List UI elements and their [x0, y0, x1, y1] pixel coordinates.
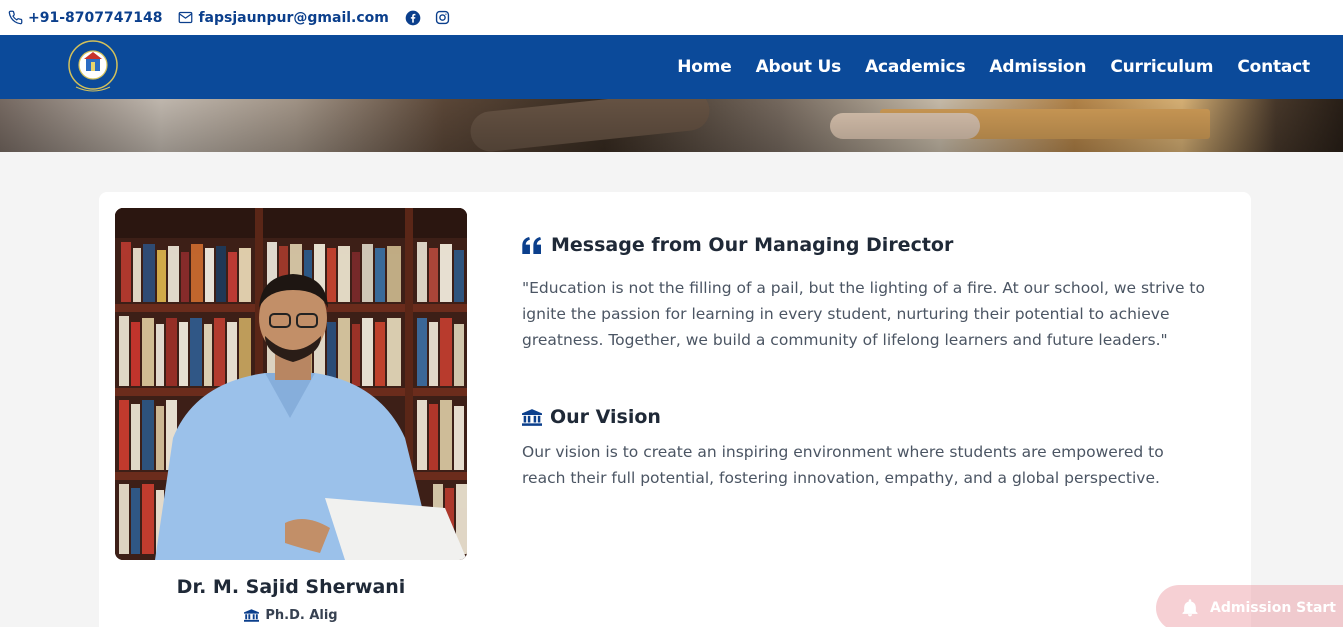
hero-banner-image [0, 99, 1343, 152]
degree-text: Ph.D. Alig [265, 608, 338, 623]
phone-link[interactable]: +91-8707747148 [8, 10, 162, 26]
nav-home[interactable]: Home [677, 57, 732, 77]
vision-title: Our Vision [550, 406, 661, 428]
top-contact-bar: +91-8707747148 fapsjaunpur@gmail.com [0, 0, 1343, 35]
message-title: Message from Our Managing Director [551, 234, 954, 256]
facebook-link[interactable] [405, 10, 421, 26]
vision-heading: Our Vision [522, 406, 661, 428]
facebook-icon [405, 10, 421, 25]
nav-academics[interactable]: Academics [865, 57, 966, 77]
mail-icon [179, 11, 193, 24]
director-name: Dr. M. Sajid Sherwani [176, 576, 406, 598]
phone-icon [8, 10, 23, 25]
bell-icon [1182, 599, 1198, 617]
admission-start-label: Admission Start [1210, 600, 1336, 616]
message-text: "Education is not the filling of a pail,… [522, 279, 1205, 349]
quote-icon [522, 236, 541, 254]
nav-curriculum[interactable]: Curriculum [1110, 57, 1213, 77]
nav-menu: Home About Us Academics Admission Curric… [653, 35, 1310, 99]
email-address: fapsjaunpur@gmail.com [198, 9, 389, 26]
email-link[interactable]: fapsjaunpur@gmail.com [178, 9, 389, 26]
university-icon [522, 408, 542, 426]
nav-contact[interactable]: Contact [1237, 57, 1310, 77]
director-photo [115, 208, 467, 560]
director-degree: Ph.D. Alig [115, 608, 467, 623]
admission-start-button[interactable]: Admission Start [1156, 585, 1343, 627]
message-heading: Message from Our Managing Director [522, 234, 953, 256]
school-logo[interactable] [66, 37, 120, 95]
instagram-icon [435, 10, 450, 25]
nav-admission[interactable]: Admission [989, 57, 1086, 77]
main-navbar: Home About Us Academics Admission Curric… [0, 35, 1343, 99]
university-icon [244, 609, 260, 622]
nav-about-us[interactable]: About Us [756, 57, 842, 77]
phone-number: +91-8707747148 [28, 9, 163, 26]
director-message-card: Dr. M. Sajid Sherwani Ph.D. Alig Message… [99, 192, 1251, 627]
vision-text: Our vision is to create an inspiring env… [522, 443, 1164, 487]
instagram-link[interactable] [435, 10, 450, 25]
